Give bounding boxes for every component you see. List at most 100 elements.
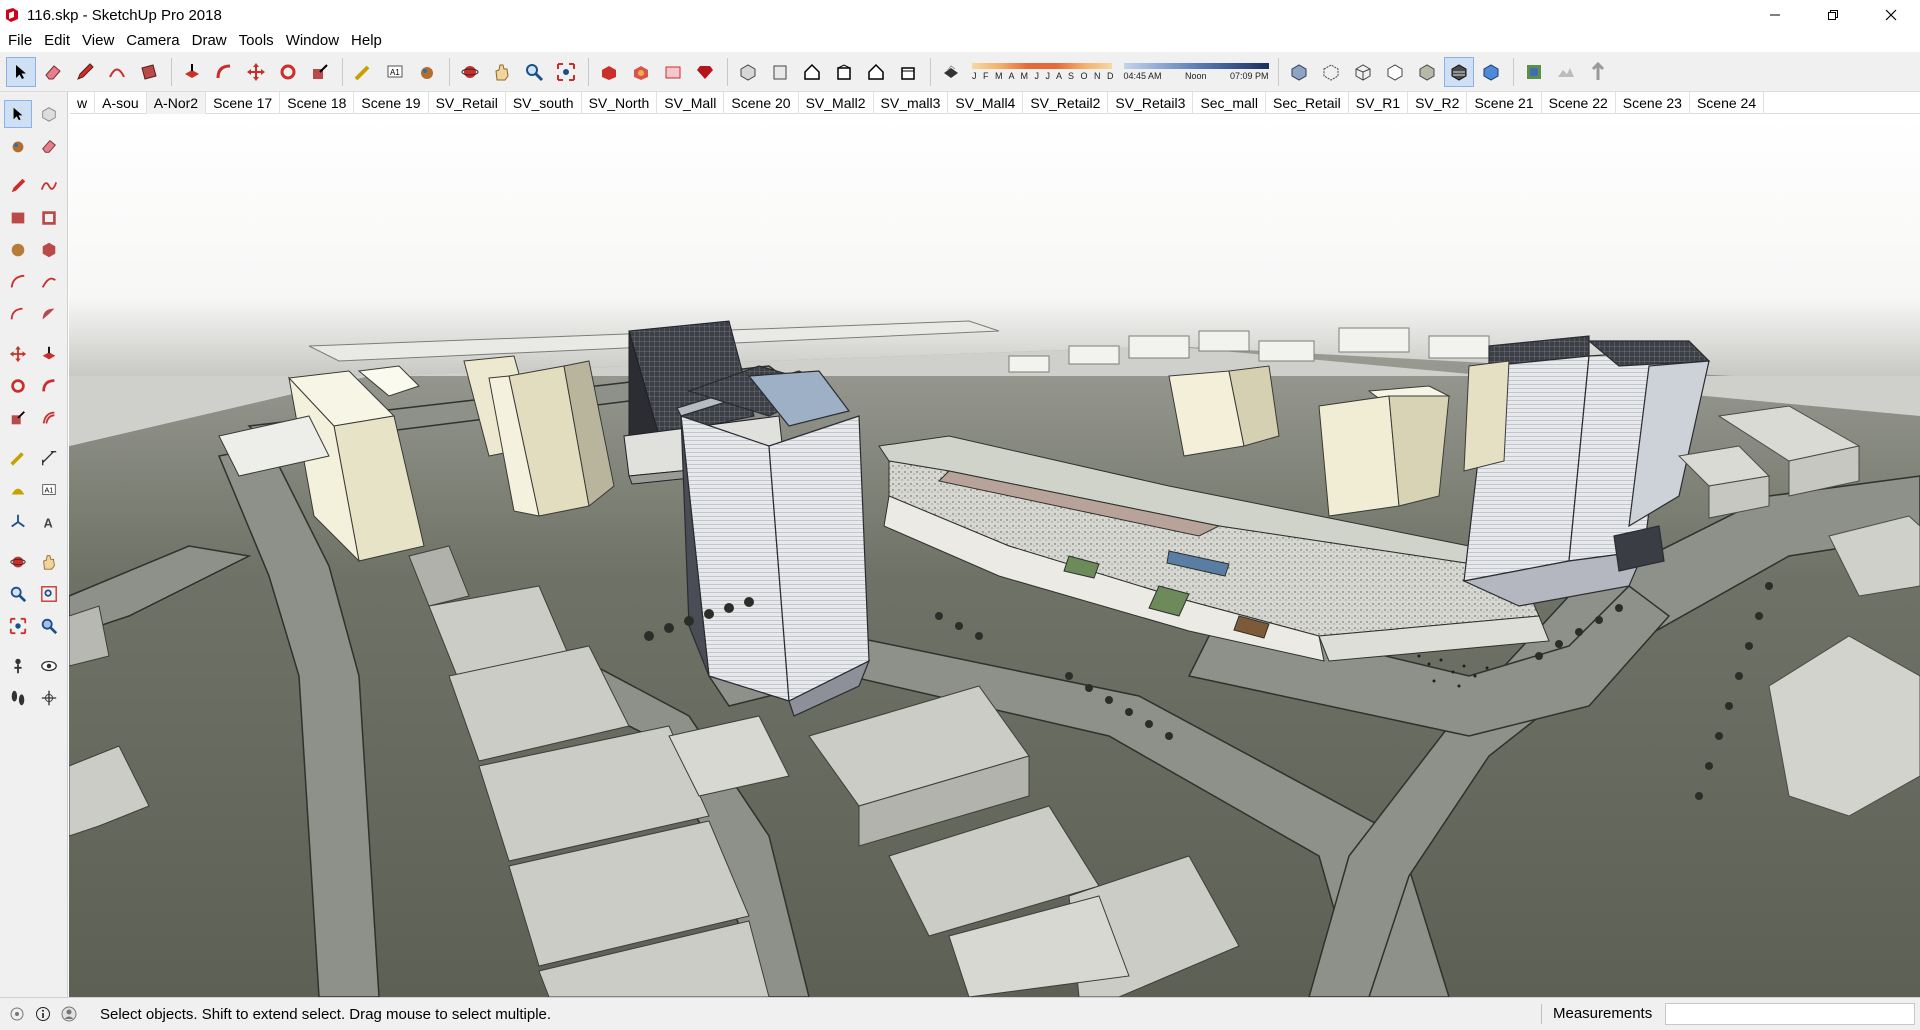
view-iso-button[interactable] [733, 57, 763, 87]
scene-tab-sv-retail[interactable]: SV_Retail [429, 91, 506, 114]
add-location-button[interactable] [1519, 57, 1549, 87]
orbit-tool[interactable] [4, 548, 32, 576]
circle-tool[interactable] [4, 236, 32, 264]
scene-tab-scene-22[interactable]: Scene 22 [1542, 91, 1616, 114]
three-point-arc-tool[interactable] [4, 300, 32, 328]
menu-help[interactable]: Help [345, 30, 388, 52]
wireframe-button[interactable] [1348, 57, 1378, 87]
arc-tool[interactable] [4, 268, 32, 296]
move-tool[interactable] [4, 340, 32, 368]
extension-warehouse-button[interactable] [626, 57, 656, 87]
line-tool[interactable] [4, 172, 32, 200]
previous-view-tool[interactable] [35, 612, 63, 640]
zoom-extents-tool[interactable] [4, 612, 32, 640]
scene-tab-scene-21[interactable]: Scene 21 [1467, 91, 1542, 114]
pan-tool[interactable] [35, 548, 63, 576]
scene-tab-sv-north[interactable]: SV_North [582, 91, 658, 114]
view-top-button[interactable] [765, 57, 795, 87]
scene-tab-sv-r1[interactable]: SV_R1 [1349, 91, 1409, 114]
freehand-tool[interactable] [35, 172, 63, 200]
tape-measure-button[interactable] [348, 57, 378, 87]
eraser-tool-button[interactable] [38, 57, 68, 87]
scene-tab-a-nor2[interactable]: A-Nor2 [146, 91, 207, 114]
axes-tool[interactable] [4, 508, 32, 536]
layout-button[interactable] [658, 57, 688, 87]
minimize-button[interactable] [1746, 0, 1804, 30]
geo-location-status-icon[interactable] [8, 1005, 26, 1023]
walk-tool[interactable] [4, 684, 32, 712]
rotated-rectangle-tool[interactable] [35, 204, 63, 232]
arc-tool-button[interactable] [102, 57, 132, 87]
shadow-toggle-button[interactable] [936, 57, 966, 87]
scene-tab-sv-retail2[interactable]: SV_Retail2 [1023, 91, 1109, 114]
monochrome-button[interactable] [1476, 57, 1506, 87]
line-tool-button[interactable] [70, 57, 100, 87]
scene-tab-sv-r2[interactable]: SV_R2 [1408, 91, 1468, 114]
select-tool-left[interactable] [4, 100, 32, 128]
scene-tab-scene-23[interactable]: Scene 23 [1616, 91, 1690, 114]
scene-tab-a-sou[interactable]: A-sou [95, 91, 147, 114]
orbit-button[interactable] [455, 57, 485, 87]
extension-manager-button[interactable] [690, 57, 720, 87]
menu-tools[interactable]: Tools [233, 30, 280, 52]
menu-view[interactable]: View [76, 30, 120, 52]
menu-edit[interactable]: Edit [38, 30, 76, 52]
xray-button[interactable] [1284, 57, 1314, 87]
text-tool-button[interactable]: A1 [380, 57, 410, 87]
scene-tab-sv-mall3[interactable]: SV_mall3 [874, 91, 949, 114]
paint-bucket-tool[interactable] [4, 132, 32, 160]
offset-tool[interactable] [35, 404, 63, 432]
eraser-tool[interactable] [35, 132, 63, 160]
pie-tool[interactable] [35, 300, 63, 328]
view-left-button[interactable] [893, 57, 923, 87]
time-slider[interactable] [1123, 62, 1269, 69]
toggle-terrain-button[interactable] [1551, 57, 1581, 87]
two-point-arc-tool[interactable] [35, 268, 63, 296]
photo-textures-button[interactable] [1583, 57, 1613, 87]
credits-status-icon[interactable] [34, 1005, 52, 1023]
menu-file[interactable]: File [2, 30, 38, 52]
follow-me-tool[interactable] [35, 372, 63, 400]
scene-tab-scene-20[interactable]: Scene 20 [724, 91, 799, 114]
close-button[interactable] [1862, 0, 1920, 30]
hidden-line-button[interactable] [1380, 57, 1410, 87]
measurements-input[interactable] [1665, 1003, 1915, 1025]
move-tool-button[interactable] [241, 57, 271, 87]
push-pull-tool[interactable] [35, 340, 63, 368]
scene-tab-scene-19[interactable]: Scene 19 [354, 91, 429, 114]
protractor-tool[interactable] [4, 476, 32, 504]
scene-tab-sv-retail3[interactable]: SV_Retail3 [1108, 91, 1194, 114]
rectangle-tool[interactable] [4, 204, 32, 232]
select-tool-button[interactable] [6, 56, 36, 87]
tape-measure-tool[interactable] [4, 444, 32, 472]
pan-button[interactable] [487, 57, 517, 87]
zoom-window-tool[interactable] [35, 580, 63, 608]
month-slider[interactable] [972, 62, 1112, 69]
scale-tool-button[interactable] [305, 57, 335, 87]
scene-tab-sv-mall2[interactable]: SV_Mall2 [799, 91, 874, 114]
rotate-tool[interactable] [4, 372, 32, 400]
push-pull-button[interactable] [177, 57, 207, 87]
menu-window[interactable]: Window [280, 30, 345, 52]
scene-tab-scene-17[interactable]: Scene 17 [206, 91, 281, 114]
scene-tab-sec-retail[interactable]: Sec_Retail [1266, 91, 1349, 114]
follow-me-button[interactable] [209, 57, 239, 87]
zoom-button[interactable] [519, 57, 549, 87]
view-back-button[interactable] [861, 57, 891, 87]
scene-tab-sv-south[interactable]: SV_south [506, 91, 582, 114]
menu-draw[interactable]: Draw [186, 30, 233, 52]
scene-tab-sv-mall4[interactable]: SV_Mall4 [948, 91, 1024, 114]
zoom-extents-button[interactable] [551, 57, 581, 87]
view-right-button[interactable] [829, 57, 859, 87]
warehouse-button[interactable] [594, 57, 624, 87]
scene-tab-scene-18[interactable]: Scene 18 [280, 91, 355, 114]
scale-tool[interactable] [4, 404, 32, 432]
scene-tab-sec-mall[interactable]: Sec_mall [1193, 91, 1267, 114]
model-viewport[interactable] [69, 116, 1920, 997]
paint-bucket-button[interactable] [412, 57, 442, 87]
section-plane-tool[interactable] [35, 684, 63, 712]
3d-text-tool[interactable]: A [35, 508, 63, 536]
view-front-button[interactable] [797, 57, 827, 87]
look-around-tool[interactable] [35, 652, 63, 680]
scene-tab-w[interactable]: w [70, 91, 96, 114]
